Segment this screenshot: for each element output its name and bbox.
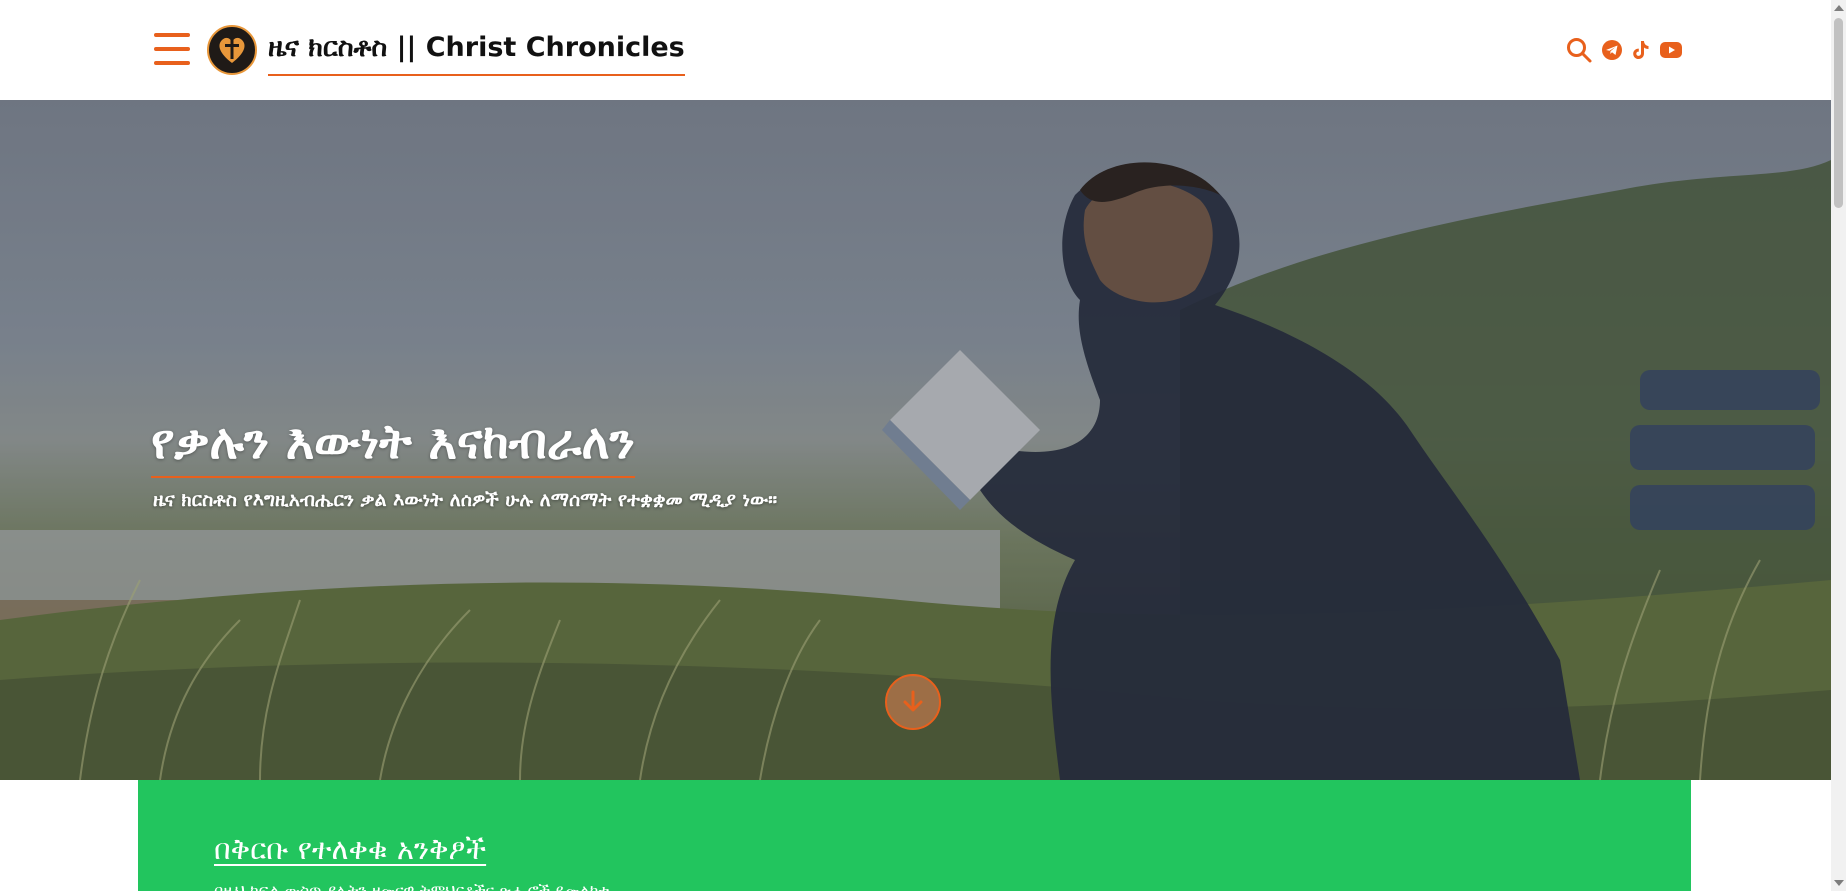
hero-subtitle: ዜና ክርስቶስ የእግዚአብሔርን ቃል እውነት ለሰዎች ሁሉ ለማሰማት… [153,489,778,511]
search-icon[interactable] [1565,36,1593,64]
telegram-icon[interactable] [1601,39,1623,61]
page: ዜና ክርስቶስ || Christ Chronicles የቃሉን እውነት … [0,0,1831,891]
menu-icon-bar [154,33,190,37]
panel-text: በዚህ ክፍል ውስጥ ያሉትን ዘመናዊ ትምህርቶችና ጽሑፎች ይመልከቱ [214,881,610,891]
scroll-up-arrow[interactable] [1834,5,1844,11]
site-logo[interactable] [207,25,257,75]
page-scrollbar[interactable] [1831,0,1846,891]
panel-heading[interactable]: በቅርቡ የተለቀቁ አንቅፆች [214,832,486,867]
header-icons [1557,36,1683,64]
logo-icon [219,37,245,63]
menu-icon-bar [154,61,190,65]
youtube-icon[interactable] [1659,41,1683,59]
hero-title: የቃሉን እውነት እናከብራለን [151,410,635,478]
tiktok-icon[interactable] [1631,39,1651,61]
hero-section: የቃሉን እውነት እናከብራለን ዜና ክርስቶስ የእግዚአብሔርን ቃል … [0,100,1831,780]
menu-button[interactable] [154,33,190,65]
menu-icon-bar [154,47,190,51]
scroll-down-button[interactable] [885,674,941,730]
recent-releases-panel: በቅርቡ የተለቀቁ አንቅፆች በዚህ ክፍል ውስጥ ያሉትን ዘመናዊ ት… [138,780,1691,891]
scrollbar-thumb[interactable] [1834,18,1843,208]
arrow-down-icon [903,690,923,712]
scroll-down-arrow[interactable] [1834,880,1844,886]
site-header: ዜና ክርስቶስ || Christ Chronicles [0,0,1831,100]
site-title[interactable]: ዜና ክርስቶስ || Christ Chronicles [268,32,685,76]
